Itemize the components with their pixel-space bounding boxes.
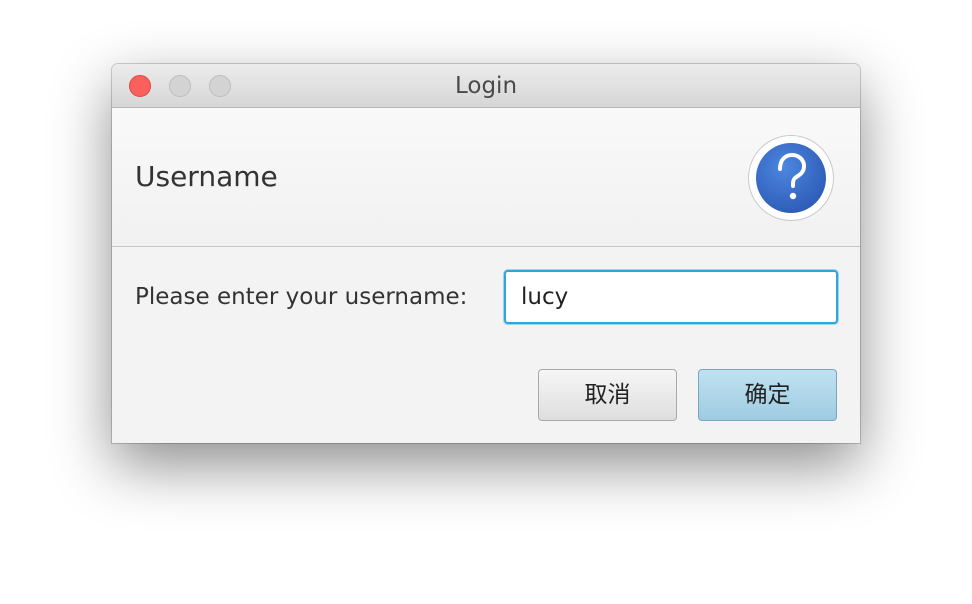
username-input[interactable] [504,270,838,324]
dialog-header: Username [112,108,860,247]
dialog-content: Please enter your username: 取消 确定 [112,247,860,443]
cancel-button[interactable]: 取消 [538,369,677,421]
username-prompt-label: Please enter your username: [135,284,468,310]
login-dialog: Login Username Please enter your usernam… [112,64,860,443]
question-mark-graphic [756,143,826,213]
window-title: Login [454,73,518,99]
question-mark-icon [748,135,834,221]
title-bar[interactable]: Login [112,64,860,108]
header-text: Username [135,160,278,193]
ok-button[interactable]: 确定 [698,369,837,421]
